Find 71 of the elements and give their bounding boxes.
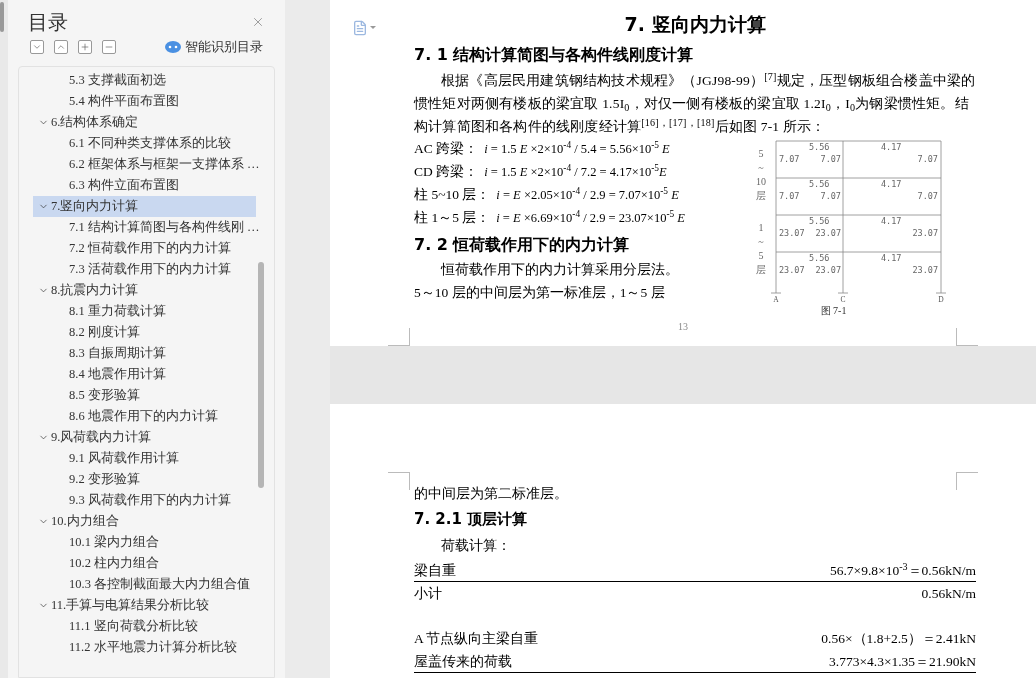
- crop-mark: [956, 472, 978, 490]
- scrollbar-thumb[interactable]: [258, 262, 264, 488]
- caret-icon: [370, 26, 376, 29]
- section-item[interactable]: 11.2 水平地震力计算分析比较: [33, 637, 256, 658]
- collapse-all-icon[interactable]: [30, 40, 44, 54]
- plus-icon[interactable]: [78, 40, 92, 54]
- load-value: 56.7×9.8×10$^{-3}$＝0.56kN/m: [829, 560, 976, 580]
- formula-label: AC 跨梁：: [414, 140, 479, 159]
- chapter-item[interactable]: 8.抗震内力计算: [33, 280, 256, 301]
- load-name: A 节点纵向主梁自重: [414, 629, 539, 648]
- section-item[interactable]: 6.1 不同种类支撑体系的比较: [33, 133, 256, 154]
- section-item[interactable]: 10.1 梁内力组合: [33, 532, 256, 553]
- load-value: 3.773×4.3×1.35＝21.90kN: [829, 652, 976, 671]
- chapter-item[interactable]: 7.竖向内力计算: [33, 196, 256, 217]
- page-number: 13: [678, 320, 688, 334]
- load-value: 0.56kN/m: [921, 584, 976, 603]
- section-item[interactable]: 7.1 结构计算简图与各构件线刚 …: [33, 217, 256, 238]
- formula: i = 1.5 E ×2×10$^{-4}$ / 7.2 = 4.17×10$^{-5}$E: [484, 163, 667, 182]
- section-item[interactable]: 8.4 地震作用计算: [33, 364, 256, 385]
- section-item[interactable]: 10.2 柱内力组合: [33, 553, 256, 574]
- chapter-item[interactable]: 9.风荷载内力计算: [33, 427, 256, 448]
- crop-mark: [956, 328, 978, 346]
- section-item[interactable]: 6.2 框架体系与框架一支撑体系 …: [33, 154, 256, 175]
- formula-label: CD 跨梁：: [414, 163, 479, 182]
- section-item[interactable]: 9.1 风荷载作用计算: [33, 448, 256, 469]
- body-text: 的中间层为第二标准层。: [414, 485, 569, 503]
- panel-title: 目录: [28, 10, 68, 35]
- formula-label: 柱 1～5 层：: [414, 209, 491, 228]
- chapter-item[interactable]: 6.结构体系确定: [33, 112, 256, 133]
- load-name: 小计: [414, 584, 442, 603]
- section-item[interactable]: 5.3 支撑截面初选: [33, 70, 256, 91]
- section-item[interactable]: 10.3 各控制截面最大内力组合值: [33, 574, 256, 595]
- section-item[interactable]: 9.3 风荷载作用下的内力计算: [33, 490, 256, 511]
- crop-mark: [388, 472, 410, 490]
- chapter-item[interactable]: 10.内力组合: [33, 511, 256, 532]
- smart-recognize-button[interactable]: 智能识别目录: [165, 37, 263, 57]
- section-item[interactable]: 6.3 构件立面布置图: [33, 175, 256, 196]
- document-icon: [352, 20, 368, 36]
- section-item[interactable]: 8.1 重力荷载计算: [33, 301, 256, 322]
- section-item[interactable]: 5.4 构件平面布置图: [33, 91, 256, 112]
- chapter-title: 7. 竖向内力计算: [624, 12, 766, 37]
- formula: i = E ×2.05×10$^{-4}$ / 2.9 = 7.07×10$^{-5}$ E: [496, 186, 679, 205]
- expand-all-icon[interactable]: [54, 40, 68, 54]
- formula: i = 1.5 E ×2×10$^{-4}$ / 5.4 = 5.56×10$^{-5}$ E: [484, 140, 670, 159]
- figure-caption: 图 7-1: [820, 304, 847, 318]
- section-heading: 7. 2 恒荷载作用下的内力计算: [414, 234, 631, 256]
- section-item[interactable]: 8.3 自振周期计算: [33, 343, 256, 364]
- scrollbar-thumb[interactable]: [0, 2, 4, 32]
- section-item[interactable]: 7.3 活荷载作用下的内力计算: [33, 259, 256, 280]
- chapter-item[interactable]: 11.手算与电算结果分析比较: [33, 595, 256, 616]
- formula-label: 柱 5~10 层：: [414, 186, 491, 205]
- section-item[interactable]: 8.2 刚度计算: [33, 322, 256, 343]
- body-paragraph: 根据《高层民用建筑钢结构技术规程》（JGJ98-99）$^{[7]}$规定，压型钢板组合楼盖中梁的惯性矩对两侧有楼板的梁宜取 1.5I$_{0}$，对仅一侧有楼板的梁宜取 1.2I$_{0}$，I$_{0}$为钢梁惯性矩。结构计算简图和各构件的线刚度经计算$^{[16]，[17]，[18]}$后如图 7-1 所示：: [414, 69, 976, 136]
- section-item[interactable]: 11.1 竖向荷载分析比较: [33, 616, 256, 637]
- subsection-heading: 7. 2.1 顶层计算: [414, 509, 529, 530]
- close-icon[interactable]: [251, 15, 265, 29]
- crop-mark: [388, 328, 410, 346]
- body-text: 5～10 层的中间层为第一标准层，1～5 层: [414, 284, 666, 302]
- load-value: 0.56×（1.8+2.5）＝2.41kN: [821, 629, 976, 648]
- section-heading: 7. 1 结构计算简图与各构件线刚度计算: [414, 44, 695, 66]
- section-item[interactable]: 9.2 变形验算: [33, 469, 256, 490]
- load-name: 梁自重: [414, 561, 456, 580]
- section-item[interactable]: 8.6 地震作用下的内力计算: [33, 406, 256, 427]
- section-item[interactable]: 8.5 变形验算: [33, 385, 256, 406]
- body-text: 荷载计算：: [440, 537, 512, 555]
- section-item[interactable]: 7.2 恒荷载作用下的内力计算: [33, 238, 256, 259]
- minus-icon[interactable]: [102, 40, 116, 54]
- load-name: 屋盖传来的荷载: [414, 652, 512, 671]
- robot-icon: [165, 41, 181, 53]
- body-text: 恒荷载作用下的内力计算采用分层法。: [439, 261, 680, 279]
- formula: i = E ×6.69×10$^{-4}$ / 2.9 = 23.07×10$^{-5}$ E: [496, 209, 685, 228]
